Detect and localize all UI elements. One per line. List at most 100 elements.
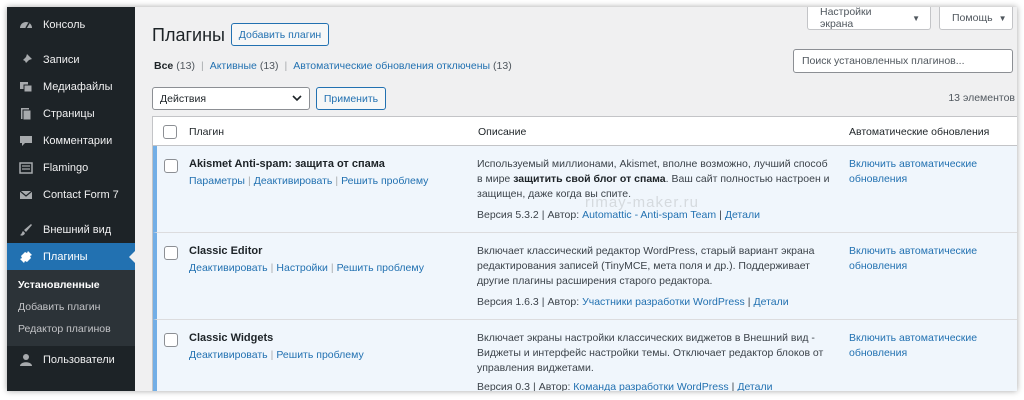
brush-icon [15, 223, 37, 237]
troubleshoot-link[interactable]: Решить проблему [337, 262, 424, 274]
enable-auto-updates-link[interactable]: Включить автоматические обновления [849, 331, 999, 361]
bulk-actions-value: Действия [160, 92, 207, 105]
details-link[interactable]: Детали [753, 296, 788, 308]
divider: | [719, 209, 722, 221]
sidebar-item-media[interactable]: Медиафайлы [7, 73, 135, 100]
enable-auto-updates-link[interactable]: Включить автоматические обновления [849, 244, 999, 274]
divider: | [335, 175, 339, 187]
plugin-meta: Версия 0.3 | Автор: Команда разработки Wor… [477, 381, 772, 391]
author-label: Автор: [547, 296, 580, 308]
help-button[interactable]: Помощь ▼ [939, 7, 1013, 30]
divider: | [731, 381, 735, 391]
sidebar-item-label: Внешний вид [43, 223, 112, 236]
submenu-plugin-editor[interactable]: Редактор плагинов [7, 318, 135, 340]
sidebar-item-appearance[interactable]: Внешний вид [7, 216, 135, 243]
pages-icon [15, 107, 37, 121]
description-bold: защитить свой блог от спама [513, 173, 666, 185]
row-actions: Деактивировать | Решить проблему [189, 349, 364, 361]
filter-all-count: (13) [176, 60, 195, 72]
table-row: Akismet Anti-spam: защита от спама Парам… [153, 146, 1017, 233]
apply-button[interactable]: Применить [316, 87, 386, 110]
sidebar-item-plugins[interactable]: Плагины [7, 243, 135, 270]
sidebar-item-posts[interactable]: Записи [7, 46, 135, 73]
add-plugin-button[interactable]: Добавить плагин [231, 23, 329, 46]
sidebar-item-label: Contact Form 7 [43, 188, 119, 201]
search-plugins-input[interactable] [793, 49, 1013, 73]
sidebar-item-dashboard[interactable]: Консоль [7, 11, 135, 38]
sidebar-item-contact-form[interactable]: Contact Form 7 [7, 181, 135, 208]
deactivate-link[interactable]: Деактивировать [189, 262, 268, 274]
filter-all-label: Все [154, 60, 174, 72]
watermark-text: rimay-maker.ru [585, 194, 700, 211]
user-icon [15, 353, 37, 367]
submenu-installed[interactable]: Установленные [7, 274, 135, 296]
troubleshoot-link[interactable]: Решить проблему [276, 349, 363, 361]
table-row: Classic Widgets Деактивировать | Решить пр… [153, 320, 1017, 391]
divider: | [330, 262, 334, 274]
settings-link[interactable]: Параметры [189, 175, 245, 187]
troubleshoot-link[interactable]: Решить проблему [341, 175, 428, 187]
filter-autoupdates-disabled[interactable]: Автоматические обновления отключены [293, 60, 490, 72]
deactivate-link[interactable]: Деактивировать [189, 349, 268, 361]
caret-down-icon: ▼ [998, 13, 1007, 23]
column-header-plugin[interactable]: Плагин [189, 126, 224, 138]
plugin-icon [15, 250, 37, 264]
details-link[interactable]: Детали [725, 209, 760, 221]
description-text: Включает классический редактор WordPress… [477, 245, 815, 287]
plugin-name: Classic Editor [189, 245, 263, 257]
sidebar-item-label: Комментарии [43, 134, 113, 147]
dashboard-icon [15, 18, 37, 32]
sidebar-item-flamingo[interactable]: Flamingo [7, 154, 135, 181]
sidebar-item-label: Медиафайлы [43, 80, 113, 93]
comments-icon [15, 134, 37, 148]
row-checkbox[interactable] [164, 333, 178, 347]
select-all-checkbox[interactable] [163, 125, 177, 139]
plugin-name: Akismet Anti-spam: защита от спама [189, 158, 385, 170]
plugin-description: Включает классический редактор WordPress… [477, 244, 835, 289]
filter-autoupdates-count: (13) [493, 60, 512, 72]
pin-icon [15, 53, 37, 67]
plugin-version: Версия 5.3.2 [477, 209, 539, 221]
sidebar-item-comments[interactable]: Комментарии [7, 127, 135, 154]
sidebar-item-pages[interactable]: Страницы [7, 100, 135, 127]
caret-down-icon: ▼ [912, 13, 920, 23]
divider: | [284, 60, 288, 72]
sidebar-item-label: Консоль [43, 18, 86, 31]
enable-auto-updates-link[interactable]: Включить автоматические обновления [849, 157, 999, 187]
author-link[interactable]: Участники разработки WordPress [582, 296, 745, 308]
sidebar-item-label: Flamingo [43, 161, 89, 174]
divider: | [200, 60, 204, 72]
settings-link[interactable]: Настройки [276, 262, 328, 274]
row-actions: Деактивировать | Настройки | Решить проблему [189, 262, 424, 274]
sidebar-item-label: Плагины [43, 250, 88, 263]
divider: | [541, 296, 545, 308]
main-content: Настройки экрана ▼ Помощь ▼ Плагины Доба… [135, 7, 1017, 391]
plugin-status-filters: Все (13) | Активные (13) | Автоматически… [154, 60, 512, 72]
description-text: Включает экраны настройки классических в… [477, 332, 824, 374]
submenu-add-plugin[interactable]: Добавить плагин [7, 296, 135, 318]
author-label: Автор: [538, 381, 571, 391]
items-count: 13 элементов [948, 92, 1015, 104]
author-link[interactable]: Команда разработки WordPress [573, 381, 728, 391]
bulk-actions-select[interactable]: Действия [152, 87, 310, 110]
sidebar-item-label: Пользователи [43, 353, 115, 366]
wp-admin-window: Консоль Записи Медиафайлы Страницы Комме… [7, 7, 1017, 391]
row-actions: Параметры | Деактивировать | Решить проблему [189, 175, 428, 187]
screen-options-button[interactable]: Настройки экрана ▼ [807, 7, 931, 30]
plugin-version: Версия 0.3 [477, 381, 530, 391]
filter-all[interactable]: Все [154, 60, 173, 72]
filter-active[interactable]: Активные [210, 60, 257, 72]
page-title: Плагины [152, 25, 225, 45]
table-row: Classic Editor Деактивировать | Настройки |… [153, 233, 1017, 320]
divider: | [533, 381, 536, 391]
plugins-table: Плагин Описание Автоматические обновлени… [152, 116, 1017, 391]
deactivate-link[interactable]: Деактивировать [254, 175, 333, 187]
details-link[interactable]: Детали [737, 381, 772, 391]
sidebar-item-users[interactable]: Пользователи [7, 346, 135, 373]
plugin-description: Включает экраны настройки классических в… [477, 331, 835, 376]
divider: | [747, 296, 751, 308]
chevron-down-icon [292, 95, 302, 102]
row-checkbox[interactable] [164, 159, 178, 173]
divider: | [270, 262, 274, 274]
row-checkbox[interactable] [164, 246, 178, 260]
